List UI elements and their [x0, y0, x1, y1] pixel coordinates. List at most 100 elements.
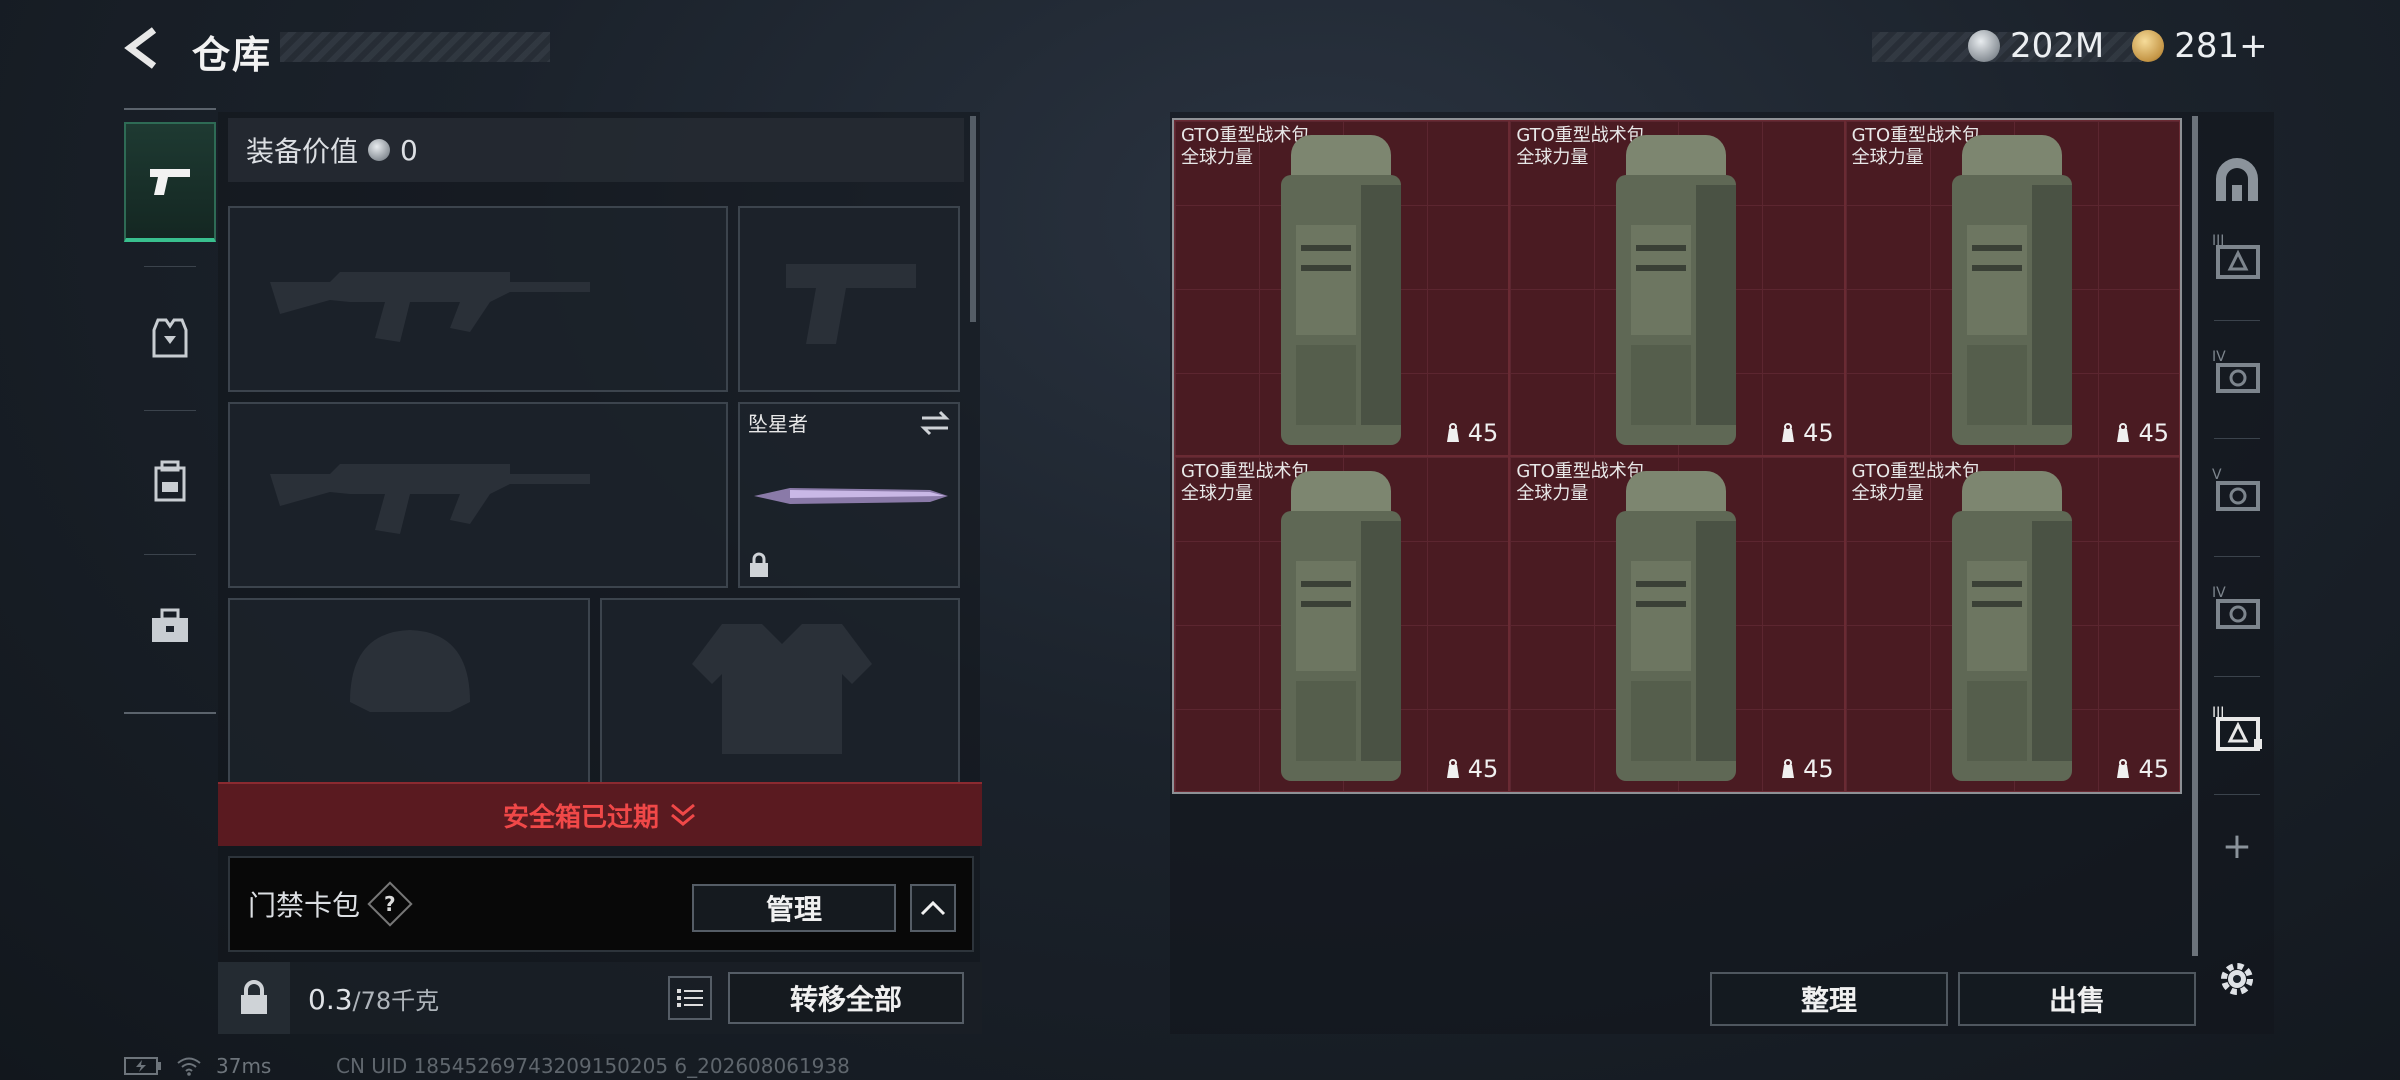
equipment-value-bar: 装备价值 0	[228, 118, 964, 182]
back-arrow-icon	[124, 27, 157, 69]
silver-coin-icon	[368, 139, 391, 161]
swap-icon[interactable]	[920, 410, 950, 436]
chevron-up-icon	[920, 900, 946, 916]
capacity-lock	[218, 962, 290, 1034]
case-icon: IV	[2212, 349, 2260, 393]
knife-icon	[754, 488, 948, 504]
storage-item[interactable]: GTO重型战术包 全球力量 45	[1174, 120, 1510, 456]
backpack-item-icon	[1281, 135, 1401, 445]
storage-item[interactable]: GTO重型战术包 全球力量 45	[1174, 456, 1510, 792]
weight-current: 0.3	[308, 982, 353, 1016]
secondary-weapon-slot[interactable]	[228, 402, 728, 588]
help-icon[interactable]: ?	[367, 881, 413, 927]
title-decoration	[280, 32, 550, 62]
storage-item[interactable]: GTO重型战术包 全球力量 45	[1844, 120, 2180, 456]
armor-slot[interactable]	[600, 598, 960, 784]
storage-item[interactable]: GTO重型战术包 全球力量 45	[1844, 456, 2180, 792]
tab-safebox[interactable]	[124, 566, 216, 686]
tab-armor[interactable]	[124, 278, 216, 398]
tool-case-tier-active[interactable]: III	[2200, 684, 2274, 772]
weight-icon	[2117, 759, 2130, 778]
tool-case-tier[interactable]: IV	[2200, 328, 2274, 416]
weight-bar: 0.3/78千克 转移全部	[218, 962, 982, 1034]
add-storage-button[interactable]: +	[2200, 802, 2274, 890]
svg-text:V: V	[2212, 467, 2222, 483]
backpack-item-icon	[1951, 135, 2072, 445]
tool-case-tier[interactable]: IV	[2200, 564, 2274, 652]
gold-coin-icon	[2132, 30, 2165, 62]
expand-button[interactable]	[910, 884, 956, 932]
svg-text:IV: IV	[2212, 585, 2226, 601]
equipment-scrollbar[interactable]	[970, 116, 976, 322]
gold-amount[interactable]: 281+	[2174, 26, 2267, 66]
status-bar: 37ms	[124, 1054, 271, 1078]
safebox-expired-banner[interactable]: 安全箱已过期	[218, 782, 982, 846]
add-icon: +	[2221, 825, 2253, 867]
settings-button[interactable]	[2210, 952, 2264, 1006]
storage-scrollbar[interactable]	[2192, 116, 2198, 956]
double-chevron-down-icon	[671, 803, 695, 826]
list-view-button[interactable]	[668, 976, 712, 1020]
melee-slot[interactable]: 坠星者	[738, 402, 960, 588]
silver-coin-icon	[1968, 30, 2000, 62]
currency-display: 202M 281+	[1968, 26, 2268, 66]
backpack-item-icon	[1616, 135, 1737, 445]
weight-max: /78千克	[352, 986, 440, 1015]
backpack-item-icon	[1281, 471, 1401, 781]
category-rail	[124, 108, 216, 714]
vest-icon	[152, 318, 188, 358]
rifle-silhouette-icon	[270, 272, 590, 342]
equipment-value: 0	[400, 133, 418, 167]
helmet-slot[interactable]	[228, 598, 590, 784]
primary-weapon-slot[interactable]	[228, 206, 728, 392]
list-icon	[677, 989, 703, 1007]
gear-icon	[2221, 963, 2253, 995]
wifi-icon	[177, 1057, 201, 1076]
case-icon: III	[2212, 233, 2260, 279]
backpack-item-icon	[1616, 471, 1737, 781]
weight-readout: 0.3/78千克	[308, 981, 439, 1016]
briefcase-icon	[152, 608, 188, 642]
weight-icon	[1782, 759, 1795, 778]
sell-button[interactable]: 出售	[1958, 972, 2196, 1026]
tab-weapons[interactable]	[124, 122, 216, 242]
sort-button[interactable]: 整理	[1710, 972, 1948, 1026]
tab-backpack[interactable]	[124, 422, 216, 542]
equipment-value-label: 装备价值	[246, 135, 359, 168]
armor-silhouette-icon	[692, 624, 872, 754]
lock-icon	[750, 552, 768, 577]
storage-item[interactable]: GTO重型战术包 全球力量 45	[1509, 120, 1845, 456]
keycard-label: 门禁卡包	[248, 889, 361, 922]
back-button[interactable]	[118, 24, 166, 72]
pistol-slot[interactable]	[738, 206, 960, 392]
storage-item[interactable]: GTO重型战术包 全球力量 45	[1509, 456, 1845, 792]
battery-icon	[124, 1057, 161, 1075]
padlock-icon	[241, 980, 267, 1014]
case-icon: V	[2212, 467, 2260, 511]
tool-case-tier[interactable]: III	[2200, 212, 2274, 300]
rifle-silhouette-icon	[270, 464, 590, 534]
weight-icon	[1446, 759, 1459, 778]
melee-name: 坠星者	[748, 412, 808, 436]
case-icon: IV	[2212, 585, 2260, 629]
manage-button[interactable]: 管理	[692, 884, 896, 932]
pistol-silhouette-icon	[786, 264, 916, 344]
transfer-all-button[interactable]: 转移全部	[728, 972, 964, 1024]
pistol-icon	[150, 169, 190, 195]
ping-readout: 37ms	[216, 1054, 272, 1078]
backpack-item-icon	[1951, 471, 2072, 781]
page-title: 仓库	[192, 33, 273, 77]
weight-icon	[1782, 423, 1795, 442]
tool-case-tier[interactable]: V	[2200, 446, 2274, 534]
storage-side-tools: III IV V IV III +	[2200, 112, 2274, 1034]
helmet-silhouette-icon	[350, 630, 470, 712]
case-icon: III	[2212, 705, 2262, 751]
safebox-status: 安全箱已过期	[502, 802, 659, 833]
backpack-icon	[154, 460, 186, 502]
tool-all-storage[interactable]	[2200, 136, 2274, 224]
weight-icon	[2117, 423, 2130, 442]
silver-amount: 202M	[2010, 26, 2105, 66]
keycard-pack-bar: 门禁卡包 ? 管理	[228, 856, 974, 952]
svg-text:IV: IV	[2212, 349, 2226, 365]
storage-grid: GTO重型战术包 全球力量 45 GTO重型战术包 全球力量 45 GTO重型战术包…	[1172, 118, 2182, 794]
